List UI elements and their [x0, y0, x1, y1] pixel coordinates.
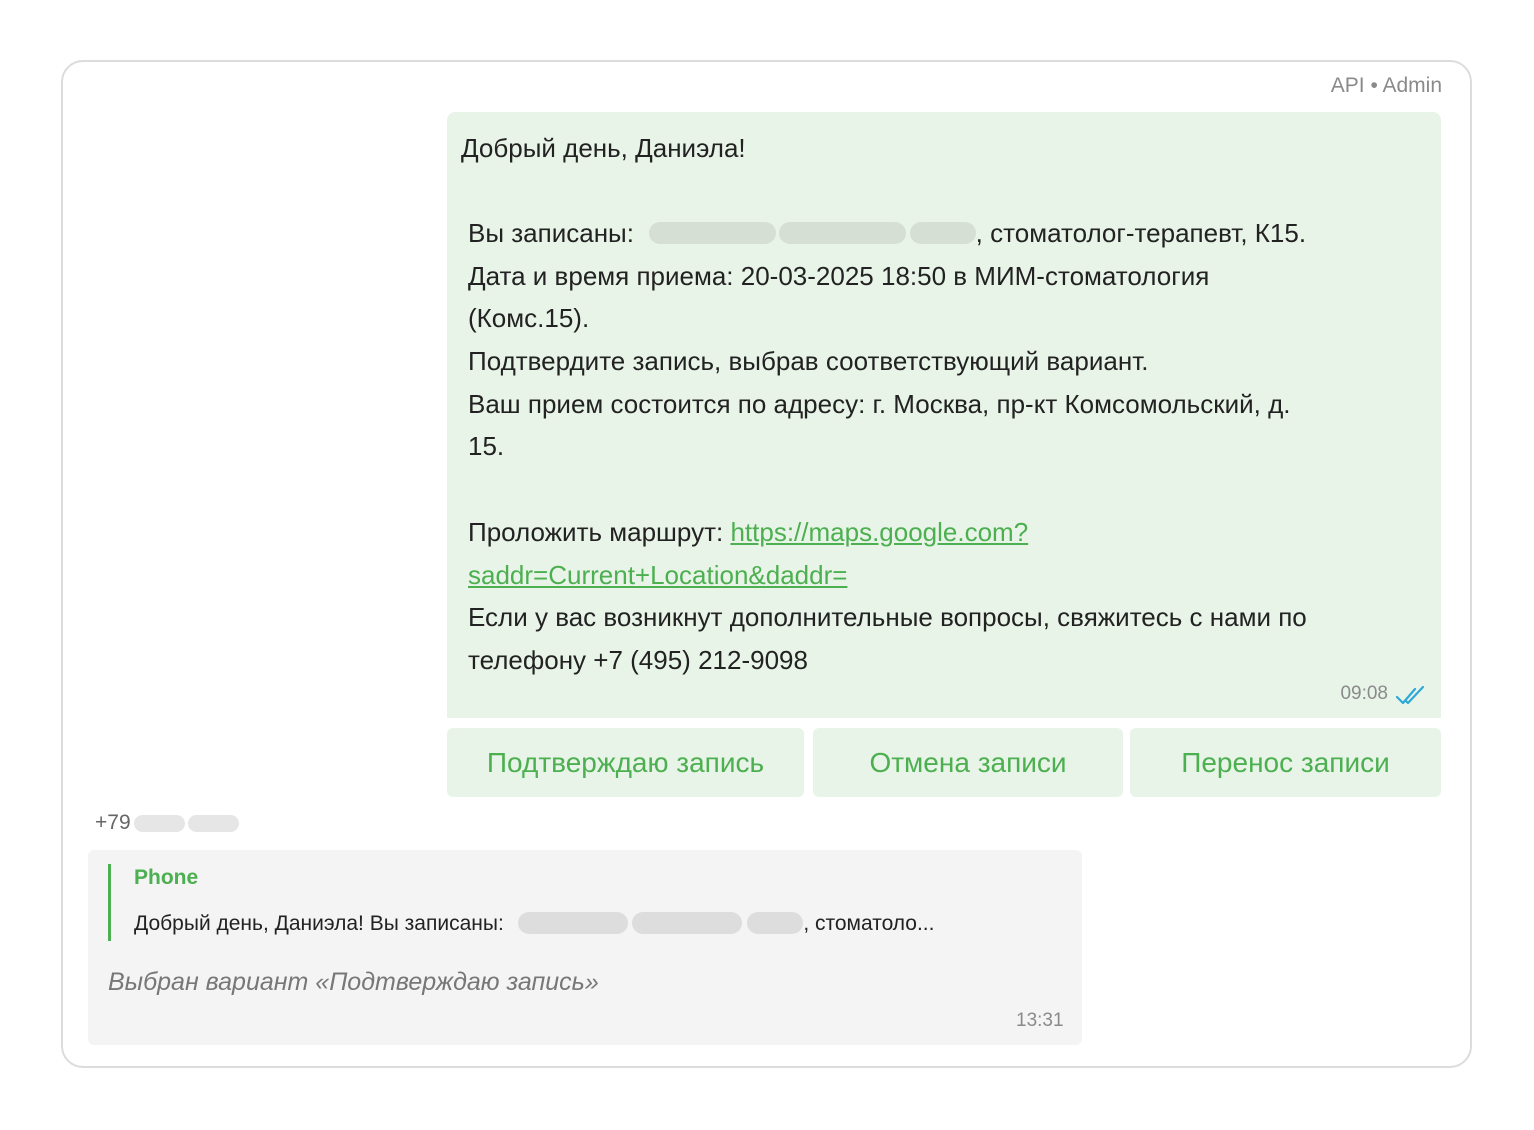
message-line-doctor: Вы записаны: , стоматолог-терапевт, К15.	[468, 218, 1307, 248]
redacted-name-pill	[517, 912, 628, 934]
confirm-appointment-button[interactable]: Подтверждаю запись	[447, 728, 804, 797]
outgoing-message-text: Вы записаны: , стоматолог-терапевт, К15.…	[468, 212, 1418, 682]
message-line-address-cont: 15.	[468, 431, 505, 462]
quote-title: Phone	[134, 866, 199, 889]
message-line-clinic: (Комс.15).	[468, 303, 590, 334]
incoming-message-bubble	[88, 850, 1082, 1045]
redacted-phone-pill	[187, 814, 239, 832]
redacted-name-pill	[779, 222, 907, 244]
reschedule-appointment-button[interactable]: Перенос записи	[1130, 728, 1441, 797]
redacted-name-pill	[632, 912, 743, 934]
message-line-phone: телефону +7 (495) 212-9098	[468, 644, 808, 675]
route-link[interactable]: https://maps.google.com?	[730, 517, 1028, 547]
redacted-phone-pill	[133, 814, 185, 832]
message-greeting: Добрый день, Даниэла!	[461, 133, 746, 163]
quoted-message-text: Добрый день, Даниэла! Вы записаны: , сто…	[134, 912, 935, 935]
message-line-route-cont: saddr=Current+Location&daddr=	[468, 554, 1418, 597]
message-line-address: Ваш прием состоится по адресу: г. Москва…	[468, 388, 1291, 419]
redacted-name-pill	[649, 222, 777, 244]
redacted-name-pill	[909, 222, 976, 244]
outgoing-message-time: 09:08	[1340, 683, 1388, 704]
cancel-appointment-button[interactable]: Отмена записи	[813, 728, 1123, 797]
message-line-datetime: Дата и время приема: 20-03-2025 18:50 в …	[468, 260, 1210, 291]
message-line-route: Проложить маршрут: https://maps.google.c…	[468, 516, 1029, 547]
incoming-message-time: 13:31	[1016, 1010, 1064, 1031]
double-check-icon	[1395, 685, 1425, 705]
quote-bar	[108, 864, 111, 941]
redacted-name-pill	[747, 912, 804, 934]
message-line-questions: Если у вас возникнут дополнительные вопр…	[468, 602, 1307, 633]
route-link-cont[interactable]: saddr=Current+Location&daddr=	[468, 560, 847, 590]
sender-phone: +79	[95, 811, 239, 835]
selected-variant-text: Выбран вариант «Подтверждаю запись»	[108, 968, 599, 996]
message-line-confirm: Подтвердите запись, выбрав соответствующ…	[468, 346, 1149, 377]
sender-label: API • Admin	[1330, 74, 1442, 97]
